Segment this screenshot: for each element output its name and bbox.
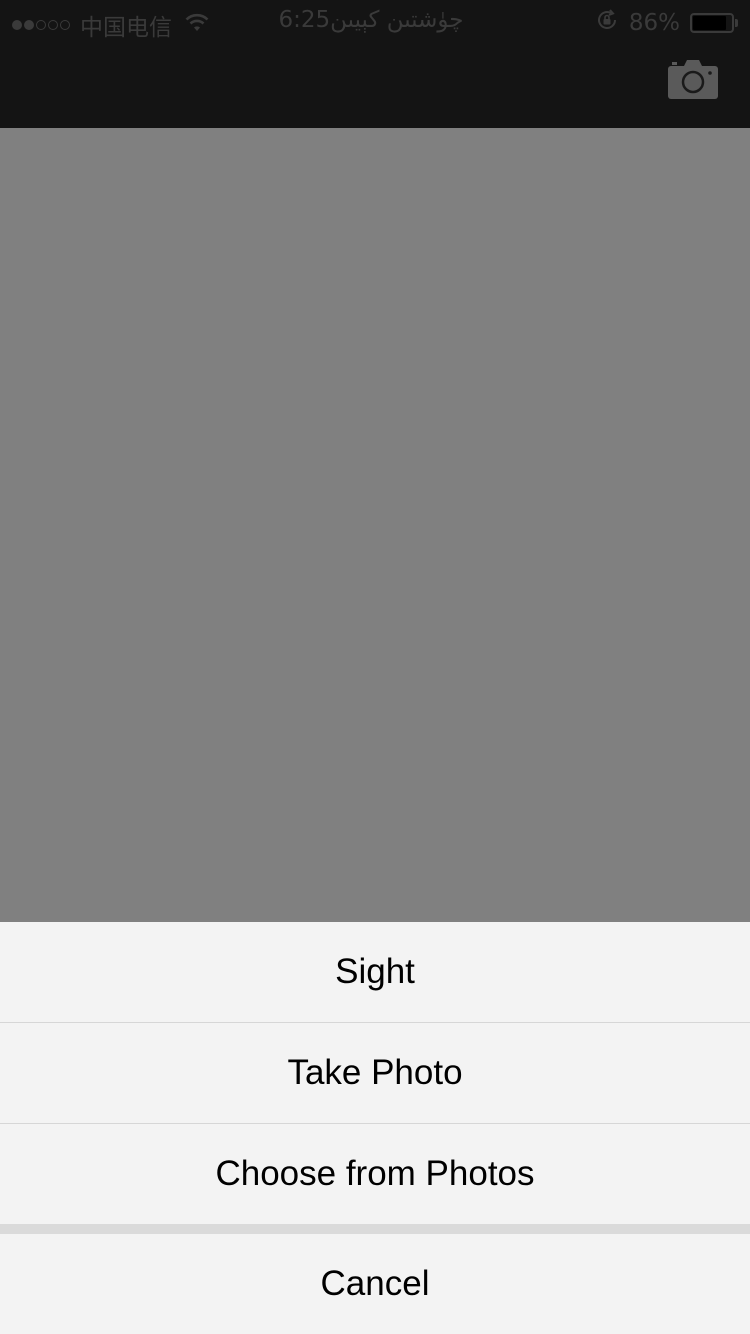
camera-button[interactable] (664, 58, 722, 106)
battery-level-fill (693, 16, 726, 30)
battery-tip (735, 19, 738, 27)
status-bar: 中国电信 چۈشتىن كېيىن6:25 86% (0, 0, 750, 41)
clock-time: 6:25 (278, 7, 331, 33)
status-right: 86% (595, 8, 740, 38)
dimmed-content-overlay[interactable] (0, 128, 750, 922)
action-sheet: Sight Take Photo Choose from Photos Canc… (0, 922, 750, 1334)
time-period-label: چۈشتىن كېيىن (330, 7, 464, 33)
navigation-bar (0, 40, 750, 128)
cancel-separator (0, 1224, 750, 1234)
battery-percent: 86% (628, 10, 680, 36)
battery-icon (690, 13, 740, 33)
sight-option[interactable]: Sight (0, 922, 750, 1022)
choose-from-photos-option[interactable]: Choose from Photos (0, 1124, 750, 1224)
cancel-button[interactable]: Cancel (0, 1234, 750, 1334)
camera-icon (668, 60, 718, 99)
rotation-lock-icon (595, 8, 619, 38)
take-photo-option[interactable]: Take Photo (0, 1023, 750, 1123)
